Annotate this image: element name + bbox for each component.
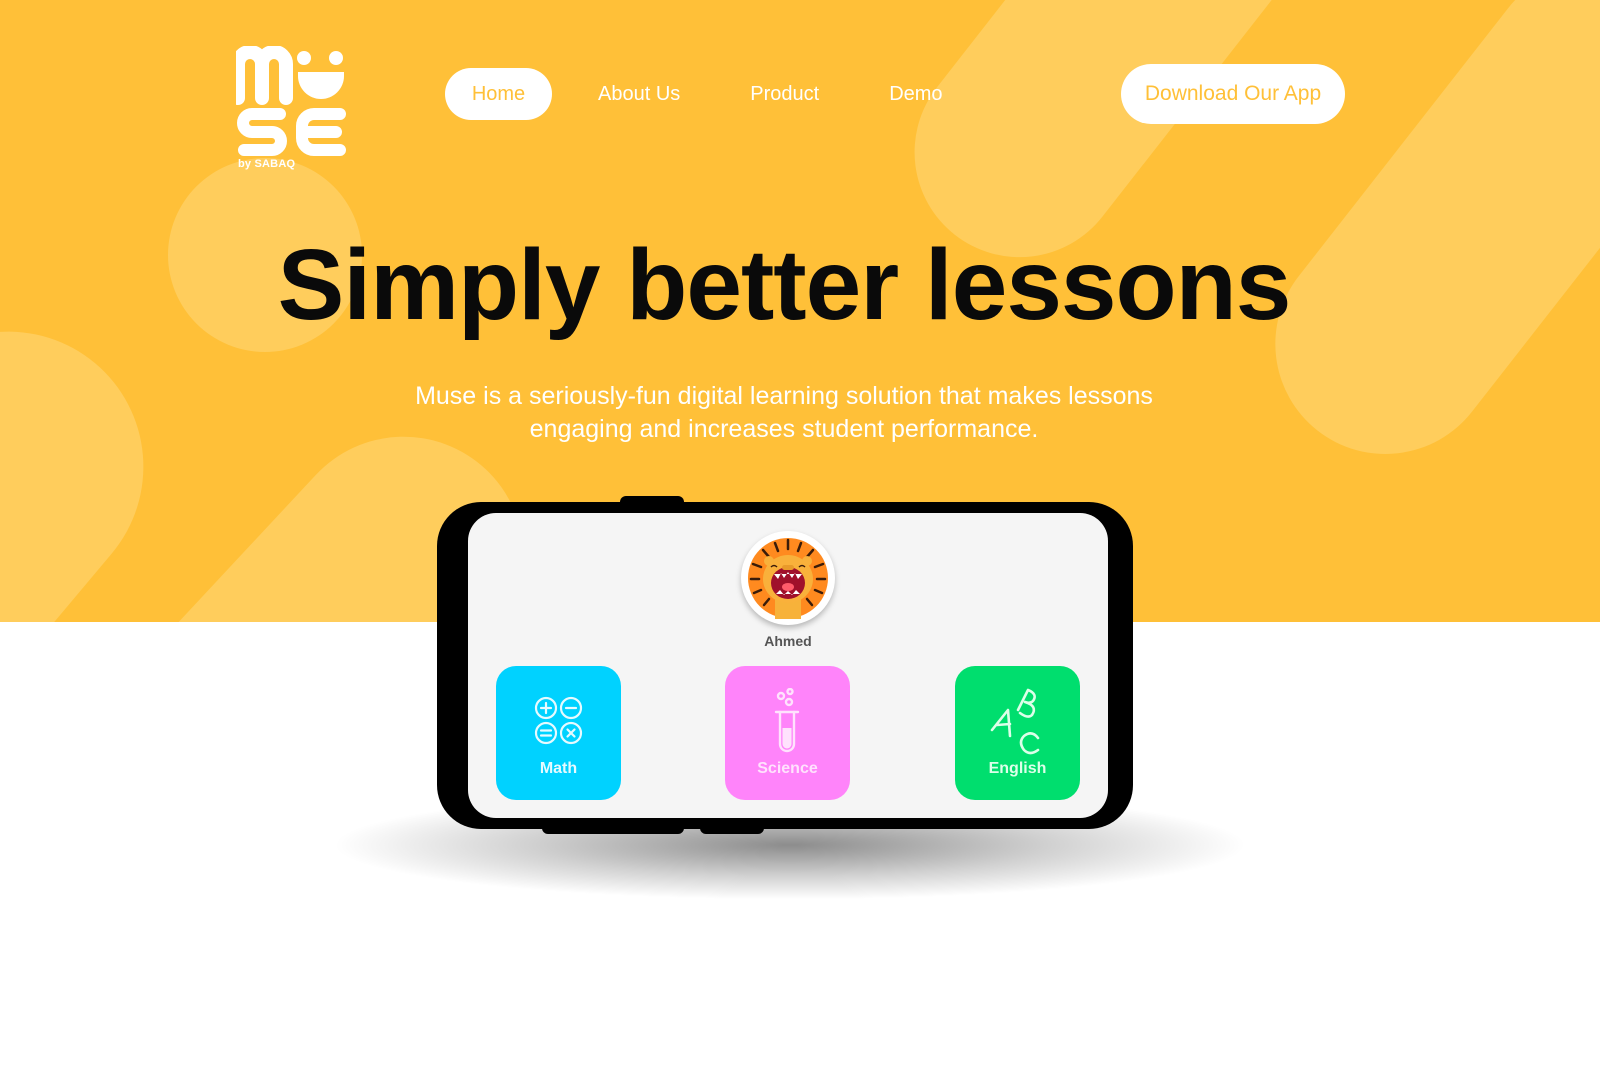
nav-about-us[interactable]: About Us	[574, 68, 704, 120]
user-avatar[interactable]	[741, 531, 835, 625]
lion-icon	[748, 538, 828, 619]
user-name: Ahmed	[764, 633, 812, 649]
test-tube-icon	[774, 688, 799, 753]
main-nav: Home About Us Product Demo	[445, 68, 989, 120]
abc-letters-icon	[990, 688, 1039, 755]
hero-subtitle: Muse is a seriously-fun digital learning…	[0, 380, 1568, 446]
subject-label: English	[988, 760, 1047, 777]
nav-demo[interactable]: Demo	[865, 68, 966, 120]
subject-label: Science	[757, 760, 818, 777]
download-app-button[interactable]: Download Our App	[1121, 64, 1345, 124]
muse-logo[interactable]: by SABAQ	[236, 46, 348, 174]
nav-product[interactable]: Product	[726, 68, 843, 120]
muse-logo-mark	[236, 46, 346, 156]
subject-tile-english[interactable]: English	[955, 666, 1080, 800]
hero-headline: Simply better lessons	[277, 229, 1292, 341]
subject-label: Math	[539, 760, 578, 777]
hero-subtitle-line-1: Muse is a seriously-fun digital learning…	[415, 382, 1153, 410]
logo-byline: by SABAQ	[238, 158, 296, 170]
math-operators-icon	[534, 696, 582, 745]
nav-home[interactable]: Home	[445, 68, 552, 120]
subject-tile-math[interactable]: Math	[496, 666, 621, 800]
hero-subtitle-line-2: engaging and increases student performan…	[529, 415, 1039, 443]
subject-tile-science[interactable]: Science	[725, 666, 850, 800]
